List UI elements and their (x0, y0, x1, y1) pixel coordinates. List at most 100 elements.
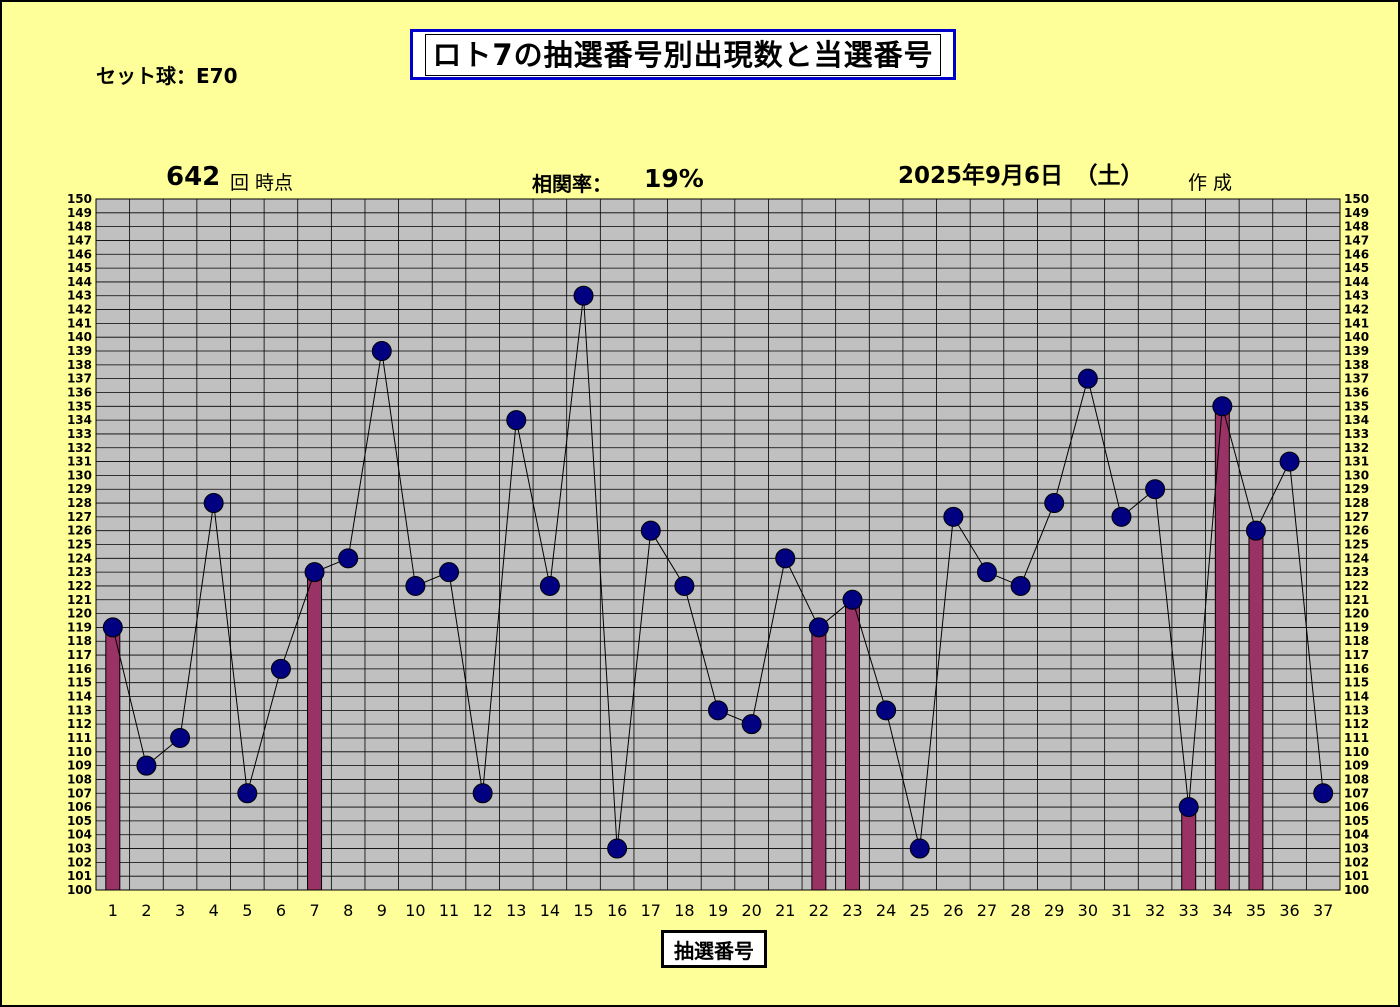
y-tick-label-left: 124 (67, 551, 92, 565)
frequency-point (1245, 520, 1266, 541)
y-tick-label-right: 114 (1344, 690, 1369, 704)
y-tick-label-left: 139 (67, 344, 92, 358)
frequency-point (876, 700, 897, 721)
x-tick-label: 23 (842, 901, 862, 920)
x-tick-label: 35 (1246, 901, 1266, 920)
y-tick-label-left: 136 (67, 385, 92, 399)
y-tick-label-right: 149 (1344, 206, 1369, 220)
y-tick-label-right: 139 (1344, 344, 1369, 358)
y-tick-label-right: 128 (1344, 496, 1369, 510)
x-tick-label: 5 (242, 901, 252, 920)
winning-number-bar (1248, 530, 1264, 891)
y-tick-label-right: 107 (1344, 786, 1369, 800)
y-tick-label-left: 109 (67, 759, 92, 773)
frequency-point (539, 575, 560, 596)
y-tick-label-left: 145 (67, 261, 92, 275)
y-tick-label-right: 124 (1344, 551, 1369, 565)
y-tick-label-left: 121 (67, 593, 92, 607)
x-tick-label: 36 (1279, 901, 1299, 920)
y-tick-label-left: 150 (67, 192, 92, 206)
x-tick-label: 22 (809, 901, 829, 920)
y-tick-label-left: 143 (67, 289, 92, 303)
x-tick-label: 7 (309, 901, 319, 920)
y-tick-label-left: 107 (67, 786, 92, 800)
frequency-point (371, 341, 392, 362)
y-tick-label-left: 141 (67, 316, 92, 330)
y-tick-label-left: 144 (67, 275, 92, 289)
x-tick-label: 10 (405, 901, 425, 920)
y-tick-label-right: 146 (1344, 247, 1369, 261)
y-tick-label-right: 112 (1344, 717, 1369, 731)
y-tick-label-right: 140 (1344, 330, 1369, 344)
x-tick-label: 34 (1212, 901, 1232, 920)
y-tick-label-left: 102 (67, 855, 92, 869)
y-tick-label-left: 101 (67, 869, 92, 883)
y-tick-label-left: 146 (67, 247, 92, 261)
y-tick-label-right: 118 (1344, 634, 1369, 648)
frequency-point (439, 562, 460, 583)
frequency-point (708, 700, 728, 721)
x-tick-label: 31 (1111, 901, 1131, 920)
y-tick-label-right: 120 (1344, 607, 1369, 621)
winning-number-bar (1181, 806, 1197, 891)
y-tick-label-right: 113 (1344, 703, 1369, 717)
y-tick-label-left: 133 (67, 427, 92, 441)
y-tick-label-right: 130 (1344, 468, 1369, 482)
y-tick-label-right: 143 (1344, 289, 1369, 303)
y-tick-label-left: 149 (67, 206, 92, 220)
y-tick-label-right: 109 (1344, 759, 1369, 773)
frequency-point (976, 562, 997, 583)
y-tick-label-right: 110 (1344, 745, 1369, 759)
y-tick-label-left: 114 (67, 690, 92, 704)
x-tick-label: 4 (209, 901, 219, 920)
x-tick-label: 29 (1044, 901, 1064, 920)
frequency-point (270, 658, 291, 679)
y-tick-label-left: 132 (67, 441, 92, 455)
x-tick-label: 14 (540, 901, 560, 920)
x-tick-label: 18 (674, 901, 694, 920)
y-tick-label-left: 140 (67, 330, 92, 344)
y-tick-label-left: 128 (67, 496, 92, 510)
y-tick-label-left: 138 (67, 358, 92, 372)
y-tick-label-left: 131 (67, 455, 92, 469)
frequency-point (573, 285, 594, 306)
y-tick-label-right: 103 (1344, 842, 1369, 856)
frequency-point (304, 562, 325, 583)
y-tick-label-right: 137 (1344, 372, 1369, 386)
y-tick-label-left: 113 (67, 703, 92, 717)
frequency-point (1111, 506, 1132, 527)
y-tick-label-right: 101 (1344, 869, 1369, 883)
y-tick-label-left: 134 (67, 413, 92, 427)
x-tick-label: 16 (607, 901, 627, 920)
y-tick-label-left: 119 (67, 620, 92, 634)
y-tick-label-right: 142 (1344, 303, 1369, 317)
y-tick-label-left: 116 (67, 662, 92, 676)
y-tick-label-right: 141 (1344, 316, 1369, 330)
y-tick-label-left: 103 (67, 842, 92, 856)
y-tick-label-right: 131 (1344, 455, 1369, 469)
x-tick-label: 12 (472, 901, 492, 920)
frequency-point (1010, 575, 1031, 596)
y-tick-label-right: 136 (1344, 385, 1369, 399)
y-tick-label-right: 105 (1344, 814, 1369, 828)
y-tick-label-left: 115 (67, 676, 92, 690)
winning-number-bar (844, 599, 860, 891)
frequency-point (1044, 493, 1065, 514)
y-tick-label-right: 148 (1344, 220, 1369, 234)
x-tick-label: 19 (708, 901, 728, 920)
x-tick-label: 25 (910, 901, 930, 920)
x-tick-label: 2 (141, 901, 151, 920)
frequency-point (607, 838, 628, 859)
frequency-point (472, 783, 493, 804)
y-tick-label-left: 120 (67, 607, 92, 621)
y-tick-label-left: 118 (67, 634, 92, 648)
y-tick-label-left: 110 (67, 745, 92, 759)
x-tick-label: 21 (775, 901, 795, 920)
y-tick-label-right: 144 (1344, 275, 1369, 289)
frequency-point (1077, 368, 1098, 389)
frequency-point (1313, 783, 1334, 804)
y-tick-label-right: 115 (1344, 676, 1369, 690)
y-tick-label-right: 100 (1344, 883, 1369, 897)
y-tick-label-left: 112 (67, 717, 92, 731)
y-tick-label-left: 125 (67, 538, 92, 552)
